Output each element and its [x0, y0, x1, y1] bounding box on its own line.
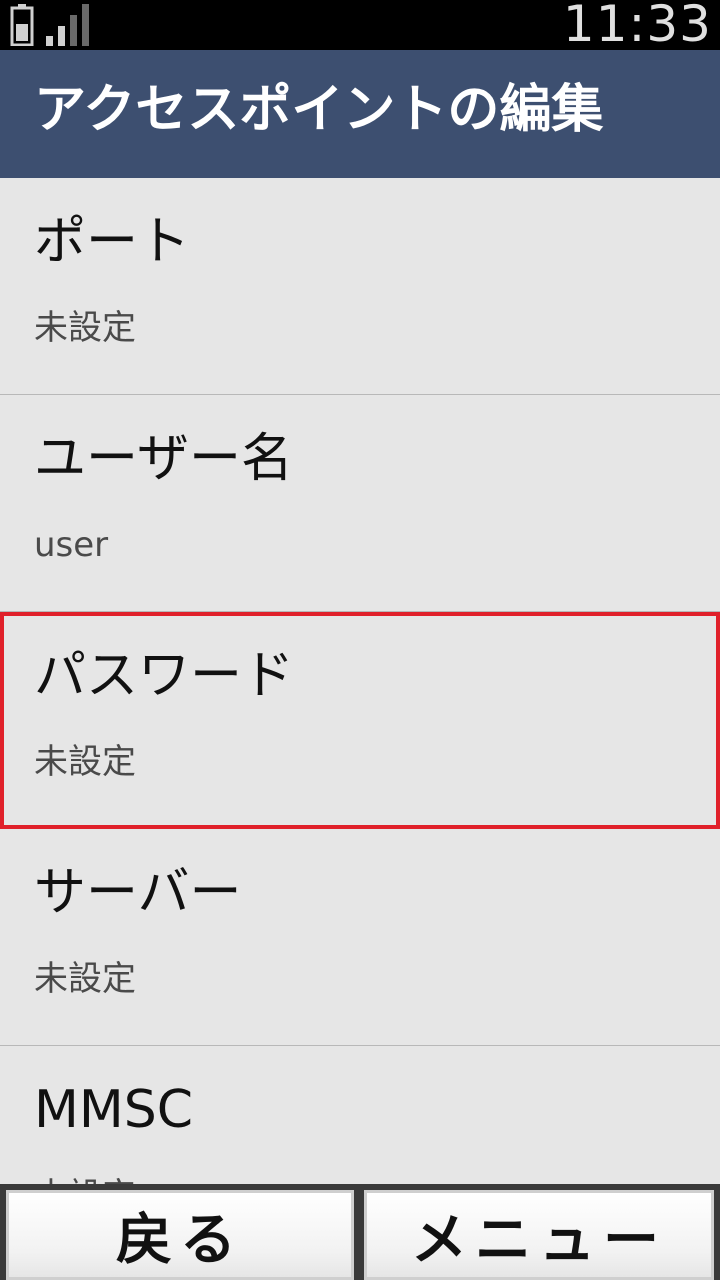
- list-item-label: パスワード: [34, 646, 295, 706]
- list-item-label: MMSC: [34, 1080, 194, 1140]
- list-item-mmsc[interactable]: MMSC 未設定: [0, 1046, 720, 1184]
- status-bar: 11:33: [0, 0, 720, 53]
- list-item-value: 未設定: [34, 308, 136, 348]
- softkey-bar: 戻る メニュー: [0, 1184, 720, 1280]
- list-item-server[interactable]: サーバー 未設定: [0, 829, 720, 1046]
- list-item-value: 未設定: [34, 959, 136, 999]
- list-item-label: ユーザー名: [34, 429, 293, 489]
- list-item-port[interactable]: ポート 未設定: [0, 178, 720, 395]
- title-bar: アクセスポイントの編集: [0, 50, 720, 178]
- list-item-value: user: [34, 525, 109, 565]
- list-item-value: 未設定: [34, 742, 136, 782]
- battery-icon: [10, 4, 34, 46]
- list-item-password[interactable]: パスワード 未設定: [0, 612, 720, 829]
- menu-button[interactable]: メニュー: [364, 1190, 714, 1280]
- back-button[interactable]: 戻る: [6, 1190, 354, 1280]
- list-item-username[interactable]: ユーザー名 user: [0, 395, 720, 612]
- signal-strength-icon: [46, 4, 89, 46]
- settings-list: ポート 未設定 ユーザー名 user パスワード 未設定 サーバー 未設定 MM…: [0, 178, 720, 1184]
- list-item-label: ポート: [34, 212, 191, 272]
- list-item-value: 未設定: [34, 1176, 136, 1184]
- list-item-label: サーバー: [34, 863, 242, 923]
- status-clock: 11:33: [562, 0, 712, 53]
- screen: 11:33 アクセスポイントの編集 ポート 未設定 ユーザー名 user パスワ…: [0, 0, 720, 1280]
- page-title: アクセスポイントの編集: [34, 80, 604, 140]
